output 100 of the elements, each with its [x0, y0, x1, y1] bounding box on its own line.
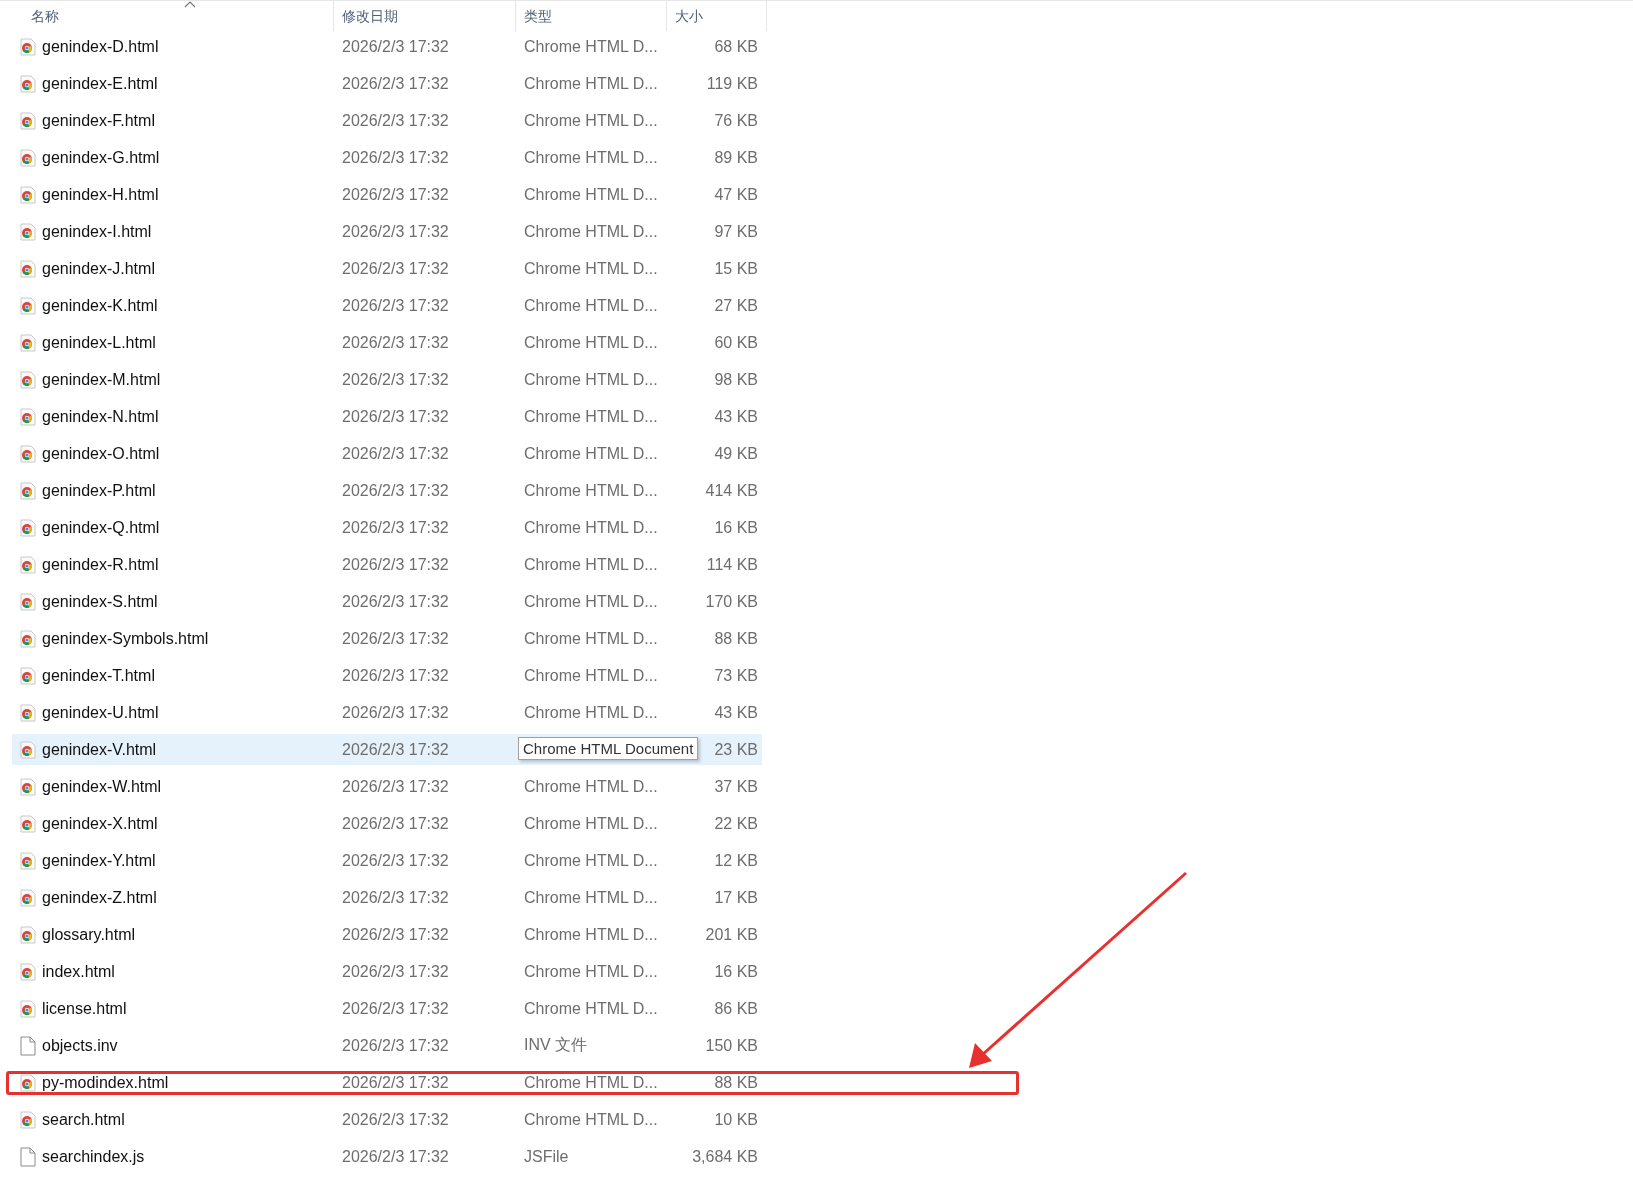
chrome-file-icon [20, 222, 36, 241]
modified-date: 2026/2/3 17:32 [341, 111, 450, 130]
file-row[interactable]: genindex-J.html 2026/2/3 17:32 Chrome HTML D... 15 KB [12, 253, 762, 284]
chrome-file-icon [20, 1073, 36, 1092]
file-row[interactable]: genindex-Z.html 2026/2/3 17:32 Chrome HTML D... 17 KB [12, 882, 762, 913]
file-type: Chrome HTML D... [523, 333, 658, 352]
file-size: 150 KB [705, 1036, 758, 1055]
file-name: genindex-W.html [42, 777, 162, 796]
modified-date: 2026/2/3 17:32 [341, 962, 450, 981]
chrome-file-icon [20, 111, 36, 130]
file-row[interactable]: genindex-G.html 2026/2/3 17:32 Chrome HTML D... 89 KB [12, 142, 762, 173]
file-size: 12 KB [714, 851, 758, 870]
column-header[interactable]: 修改日期 [342, 8, 398, 26]
chrome-file-icon [20, 370, 36, 389]
file-name: genindex-Y.html [42, 851, 156, 870]
file-row[interactable]: genindex-U.html 2026/2/3 17:32 Chrome HTML D... 43 KB [12, 697, 762, 728]
file-type: Chrome HTML D... [523, 148, 658, 167]
file-size: 23 KB [714, 740, 758, 759]
file-row[interactable]: genindex-S.html 2026/2/3 17:32 Chrome HTML D... 170 KB [12, 586, 762, 617]
modified-date: 2026/2/3 17:32 [341, 444, 450, 463]
file-size: 89 KB [714, 148, 758, 167]
file-row[interactable]: genindex-X.html 2026/2/3 17:32 Chrome HTML D... 22 KB [12, 808, 762, 839]
file-row[interactable]: index.html 2026/2/3 17:32 Chrome HTML D... 16 KB [12, 956, 762, 987]
file-size: 86 KB [714, 999, 758, 1018]
file-row[interactable]: genindex-E.html 2026/2/3 17:32 Chrome HTML D... 119 KB [12, 68, 762, 99]
modified-date: 2026/2/3 17:32 [341, 407, 450, 426]
file-name: genindex-H.html [42, 185, 159, 204]
column-header[interactable]: 类型 [524, 8, 552, 26]
file-size: 119 KB [706, 74, 758, 93]
chrome-file-icon [20, 259, 36, 278]
modified-date: 2026/2/3 17:32 [341, 1147, 450, 1166]
file-type: Chrome HTML D... [523, 185, 658, 204]
file-row[interactable]: objects.inv 2026/2/3 17:32 INV 文件 150 KB [12, 1030, 762, 1061]
file-name: genindex-O.html [42, 444, 160, 463]
file-name: py-modindex.html [42, 1073, 169, 1092]
file-row[interactable]: searchindex.js 2026/2/3 17:32 JSFile 3,684 KB [12, 1141, 762, 1172]
file-type: Chrome HTML D... [523, 592, 658, 611]
column-header[interactable]: 名称 [31, 8, 59, 26]
file-name: genindex-D.html [42, 37, 159, 56]
file-type: Chrome HTML D... [523, 222, 658, 241]
modified-date: 2026/2/3 17:32 [341, 740, 450, 759]
file-type: INV 文件 [523, 1035, 588, 1055]
modified-date: 2026/2/3 17:32 [341, 333, 450, 352]
file-type: Chrome HTML D... [523, 1110, 658, 1129]
modified-date: 2026/2/3 17:32 [341, 999, 450, 1018]
file-row[interactable]: genindex-Symbols.html 2026/2/3 17:32 Chrome HTML D... 88 KB [12, 623, 762, 654]
file-row[interactable]: genindex-Y.html 2026/2/3 17:32 Chrome HTML D... 12 KB [12, 845, 762, 876]
modified-date: 2026/2/3 17:32 [341, 1073, 450, 1092]
file-row[interactable]: genindex-H.html 2026/2/3 17:32 Chrome HTML D... 47 KB [12, 179, 762, 210]
file-name: objects.inv [42, 1036, 118, 1055]
modified-date: 2026/2/3 17:32 [341, 185, 450, 204]
chrome-file-icon [20, 333, 36, 352]
file-row[interactable]: genindex-M.html 2026/2/3 17:32 Chrome HTML D... 98 KB [12, 364, 762, 395]
chrome-file-icon [20, 777, 36, 796]
file-row[interactable]: py-modindex.html 2026/2/3 17:32 Chrome HTML D... 88 KB [12, 1067, 762, 1098]
file-row[interactable]: genindex-P.html 2026/2/3 17:32 Chrome HTML D... 414 KB [12, 475, 762, 506]
file-type: Chrome HTML D... [523, 74, 658, 93]
file-size: 98 KB [714, 370, 758, 389]
file-type: Chrome HTML D... [523, 296, 658, 315]
file-name: genindex-U.html [42, 703, 159, 722]
modified-date: 2026/2/3 17:32 [341, 851, 450, 870]
column-header[interactable]: 大小 [675, 8, 703, 26]
file-row[interactable]: genindex-W.html 2026/2/3 17:32 Chrome HTML D... 37 KB [12, 771, 762, 802]
modified-date: 2026/2/3 17:32 [341, 37, 450, 56]
file-name: genindex-F.html [42, 111, 155, 130]
file-name: genindex-Symbols.html [42, 629, 209, 648]
file-row[interactable]: glossary.html 2026/2/3 17:32 Chrome HTML D... 201 KB [12, 919, 762, 950]
file-row[interactable]: genindex-F.html 2026/2/3 17:32 Chrome HTML D... 76 KB [12, 105, 762, 136]
file-name: genindex-I.html [42, 222, 152, 241]
modified-date: 2026/2/3 17:32 [341, 518, 450, 537]
file-type: Chrome HTML D... [523, 259, 658, 278]
file-row[interactable]: genindex-T.html 2026/2/3 17:32 Chrome HTML D... 73 KB [12, 660, 762, 691]
file-size: 170 KB [705, 592, 758, 611]
file-row[interactable]: genindex-D.html 2026/2/3 17:32 Chrome HTML D... 68 KB [12, 31, 762, 62]
file-size: 16 KB [714, 962, 758, 981]
file-row[interactable]: genindex-R.html 2026/2/3 17:32 Chrome HTML D... 114 KB [12, 549, 762, 580]
file-row[interactable]: genindex-Q.html 2026/2/3 17:32 Chrome HTML D... 16 KB [12, 512, 762, 543]
file-row[interactable]: genindex-L.html 2026/2/3 17:32 Chrome HTML D... 60 KB [12, 327, 762, 358]
modified-date: 2026/2/3 17:32 [341, 74, 450, 93]
file-size: 17 KB [714, 888, 758, 907]
modified-date: 2026/2/3 17:32 [341, 259, 450, 278]
file-row[interactable]: license.html 2026/2/3 17:32 Chrome HTML D... 86 KB [12, 993, 762, 1024]
file-name: genindex-R.html [42, 555, 159, 574]
chrome-file-icon [20, 407, 36, 426]
file-name: search.html [42, 1110, 125, 1129]
file-row[interactable]: genindex-K.html 2026/2/3 17:32 Chrome HTML D... 27 KB [12, 290, 762, 321]
file-row[interactable]: genindex-O.html 2026/2/3 17:32 Chrome HTML D... 49 KB [12, 438, 762, 469]
file-size: 97 KB [714, 222, 758, 241]
file-row[interactable]: genindex-I.html 2026/2/3 17:32 Chrome HTML D... 97 KB [12, 216, 762, 247]
file-type: Chrome HTML D... [523, 407, 658, 426]
file-name: genindex-L.html [42, 333, 156, 352]
file-name: license.html [42, 999, 127, 1018]
chrome-file-icon [20, 999, 36, 1018]
file-row[interactable]: search.html 2026/2/3 17:32 Chrome HTML D... 10 KB [12, 1104, 762, 1135]
file-type: Chrome HTML D... [523, 555, 658, 574]
chrome-file-icon [20, 666, 36, 685]
chrome-file-icon [20, 703, 36, 722]
file-row[interactable]: genindex-V.html 2026/2/3 17:32 Chrome HTML Document 23 KB [12, 734, 762, 765]
file-size: 88 KB [714, 629, 758, 648]
file-row[interactable]: genindex-N.html 2026/2/3 17:32 Chrome HTML D... 43 KB [12, 401, 762, 432]
